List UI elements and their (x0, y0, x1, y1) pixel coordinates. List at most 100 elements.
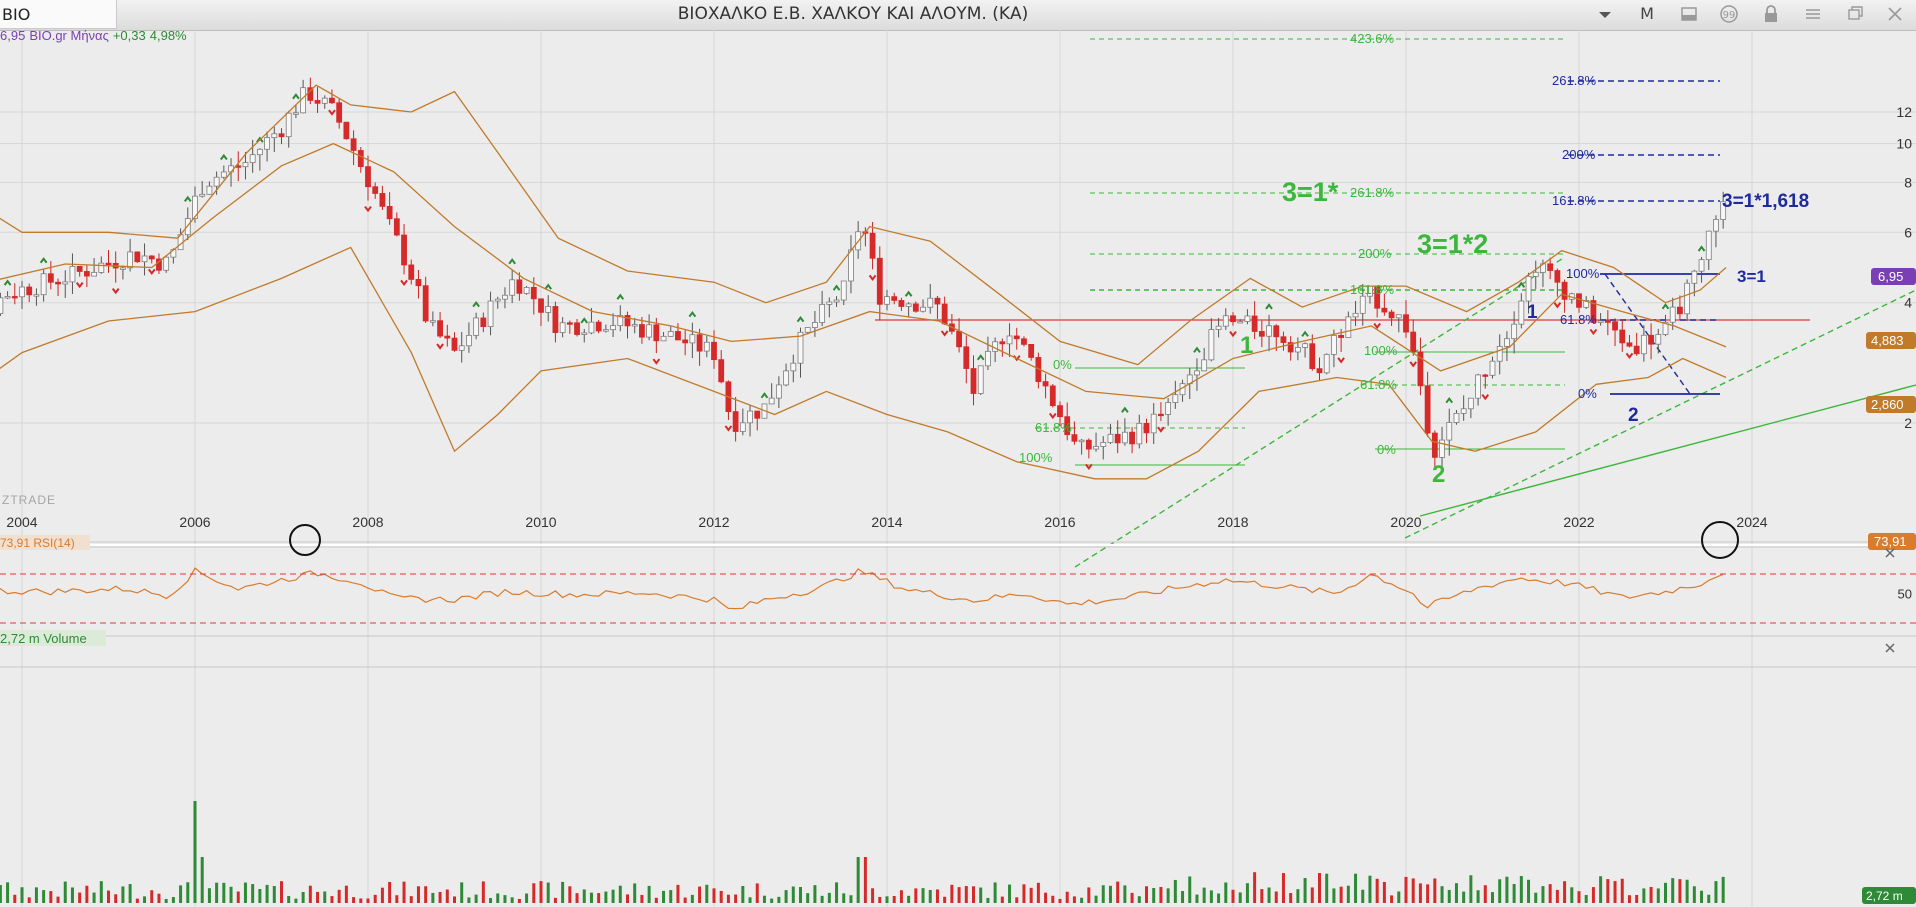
candle-body (985, 350, 991, 367)
volume-bar (1044, 892, 1048, 903)
volume-bar (561, 881, 565, 903)
volume-bar (719, 890, 723, 903)
rsi-highlight-circle (1701, 521, 1739, 559)
buy-signal-marker (1445, 397, 1454, 404)
candle-body (797, 331, 804, 364)
candle-body (653, 324, 660, 342)
volume-bar (453, 896, 456, 903)
volume-bar (258, 889, 262, 903)
svg-text:61.8%: 61.8% (1560, 312, 1597, 327)
volume-bar (316, 891, 320, 903)
close-icon[interactable] (1885, 548, 1895, 558)
candle-body (1309, 343, 1316, 370)
volume-bar (1058, 898, 1062, 903)
candle-body (660, 335, 667, 342)
candle-body (819, 304, 826, 323)
volume-bar (373, 894, 377, 903)
candle-body (1158, 413, 1164, 417)
candle-body (1294, 347, 1301, 353)
volume-bar (1029, 887, 1033, 903)
volume-bar (871, 888, 875, 903)
restore-icon[interactable] (1840, 2, 1870, 26)
volume-bar (568, 886, 572, 903)
candle-body (1489, 360, 1496, 376)
lock-icon[interactable] (1756, 2, 1786, 26)
volume-bar (1332, 888, 1336, 903)
candle-body (127, 251, 134, 269)
volume-bar (1656, 888, 1660, 903)
candle-body (1078, 439, 1085, 443)
volume-bar (229, 886, 233, 903)
volume-bar (380, 887, 384, 903)
candle-body (91, 271, 97, 277)
svg-text:0%: 0% (1053, 357, 1072, 372)
volume-bar (1339, 886, 1343, 903)
close-icon[interactable] (1880, 2, 1910, 26)
volume-bar (726, 894, 730, 903)
menu-icon[interactable] (1798, 2, 1828, 26)
volume-bar (1260, 889, 1264, 903)
buy-signal-marker (1661, 303, 1670, 310)
candle-body (963, 346, 970, 369)
candle-body (646, 324, 653, 338)
volume-bar (503, 895, 507, 903)
candle-body (775, 384, 782, 399)
candle-body (718, 359, 725, 383)
volume-bar (835, 882, 839, 903)
candle-body (1467, 397, 1474, 410)
svg-text:261.8%: 261.8% (1350, 185, 1395, 200)
volume-bar (1166, 888, 1170, 903)
volume-bar (1692, 886, 1696, 903)
volume-bar (85, 885, 89, 903)
candle-body (977, 365, 984, 394)
candle-body (1388, 311, 1395, 319)
candle-body (848, 249, 854, 282)
sell-signal-marker (1048, 412, 1057, 420)
volume-bar (489, 898, 493, 903)
rsi-badge: 73,91 (1868, 533, 1916, 550)
volume-bar (496, 893, 500, 903)
candle-body (19, 286, 25, 298)
volume-bar (1253, 872, 1257, 903)
candle-body (1222, 315, 1229, 327)
volume-bar (698, 886, 702, 903)
candle-body (473, 317, 480, 336)
volume-bar (1462, 891, 1466, 903)
volume-bar (1664, 882, 1667, 903)
candle-body (33, 294, 40, 297)
sell-signal-marker (868, 274, 877, 282)
candle-body (711, 341, 717, 361)
candle-body (69, 266, 76, 283)
volume-bar (1426, 884, 1430, 903)
candle-body (386, 205, 393, 220)
volume-bar (409, 896, 413, 903)
volume-bar (1678, 879, 1682, 903)
candle-body (1143, 422, 1150, 434)
chart-area[interactable]: 2004 2006 2008 2010 2012 2014 2016 2018 2020 2022… (0, 30, 1916, 907)
volume-bar (849, 895, 853, 903)
candle-body (1338, 335, 1345, 338)
buy-signal-marker (580, 317, 589, 324)
volume-bar (654, 897, 658, 903)
price-badge: 6,95 (1871, 268, 1916, 285)
period-button[interactable]: M (1632, 2, 1662, 26)
candle-body (1316, 368, 1323, 374)
volume-bar (907, 895, 911, 903)
candle-body (1677, 306, 1683, 315)
candle-body (538, 298, 544, 313)
candle-body (1013, 335, 1020, 340)
chevron-down-icon[interactable] (1590, 2, 1620, 26)
volume-bar (99, 881, 103, 903)
candlestick-series (0, 77, 1727, 470)
candle-body (696, 334, 703, 352)
candle-body (1085, 439, 1092, 450)
candle-body (1258, 331, 1265, 337)
layout-icon[interactable] (1674, 2, 1704, 26)
close-icon[interactable] (1885, 643, 1895, 653)
volume-bar (171, 897, 175, 903)
volume-bar (1584, 894, 1588, 903)
volume-bar (1563, 881, 1567, 903)
comment-icon[interactable]: 99 (1714, 2, 1744, 26)
candle-body (1453, 412, 1460, 423)
x-axis: 2004 2006 2008 2010 2012 2014 2016 2018 2020 2022… (6, 514, 1767, 530)
